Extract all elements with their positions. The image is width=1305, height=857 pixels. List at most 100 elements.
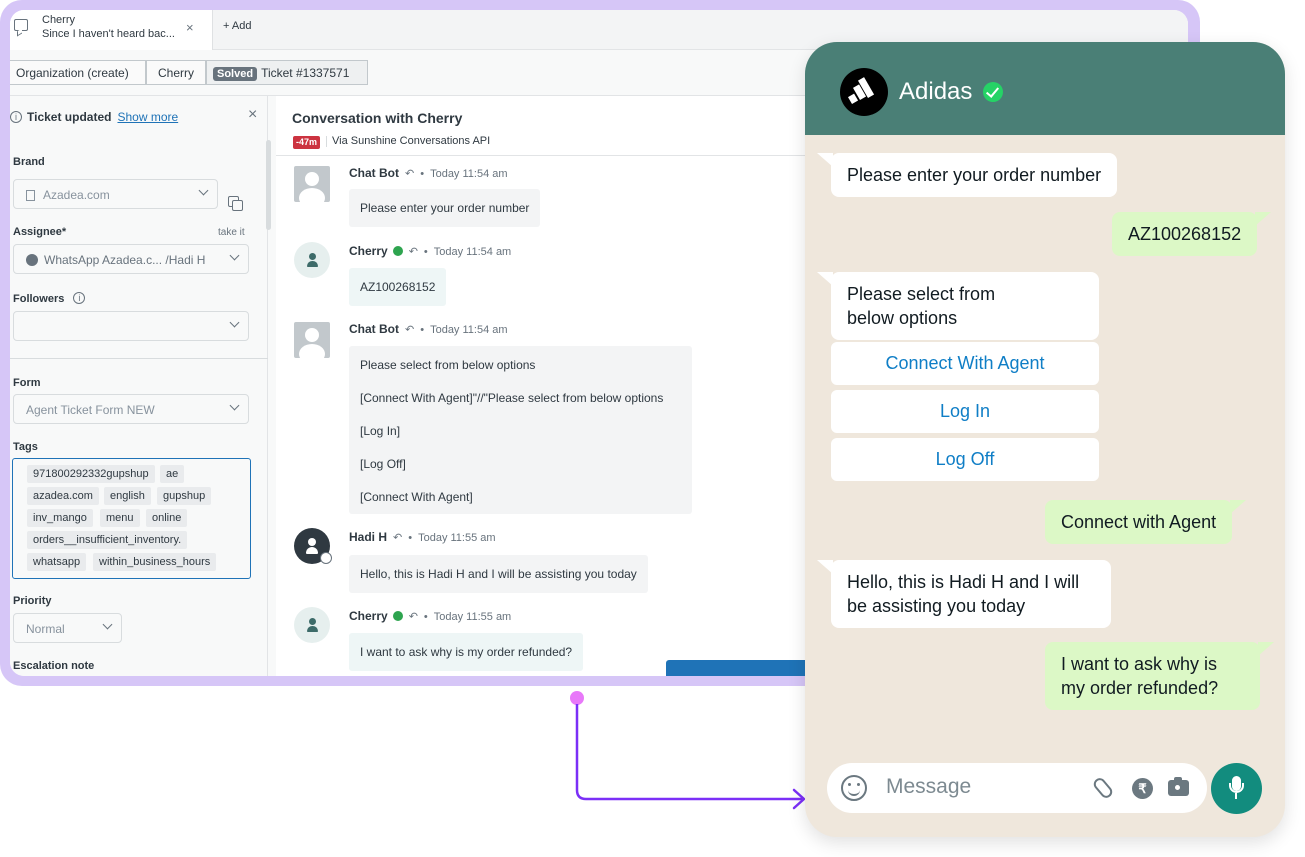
verified-icon <box>983 82 1003 102</box>
message-input[interactable]: Message <box>886 775 971 799</box>
building-icon <box>26 190 35 201</box>
ticket-number: Ticket #1337571 <box>261 66 350 80</box>
message-bubble: I want to ask why is my order refunded? <box>349 633 584 671</box>
show-more-link[interactable]: Show more <box>117 110 178 124</box>
reply-icon[interactable]: ↶ <box>405 324 414 336</box>
avatar <box>294 242 330 278</box>
copy-icon[interactable] <box>228 196 243 211</box>
assignee-label: Assignee* <box>13 226 67 238</box>
ticket-properties-panel: i Ticket updated Show more × Brand Azadea.… <box>10 96 271 676</box>
assignee-select[interactable]: WhatsApp Azadea.c... /Hadi H <box>13 244 249 274</box>
attach-icon[interactable] <box>1091 775 1115 801</box>
reply-icon[interactable]: ↶ <box>405 168 414 180</box>
assignee-avatar <box>26 254 38 266</box>
reply-icon[interactable]: ↶ <box>409 611 418 623</box>
camera-icon[interactable] <box>1168 777 1189 796</box>
incoming-message: Please select from below options <box>817 272 1099 340</box>
message-text: Please select from below options <box>360 358 536 372</box>
tag[interactable]: whatsapp <box>27 553 87 571</box>
form-select[interactable]: Agent Ticket Form NEW <box>13 394 249 424</box>
sender-name: Cherry ↶ • Today 11:54 am <box>349 244 511 258</box>
breadcrumb-requester[interactable]: Cherry <box>146 60 206 85</box>
message-text: AZ100268152 <box>1128 224 1242 244</box>
add-tab-button[interactable]: + Add <box>223 20 251 32</box>
tag[interactable]: within_business_hours <box>93 553 217 571</box>
message-text: I want to ask why is my order refunded? <box>360 645 573 659</box>
close-notice-icon[interactable]: × <box>248 106 257 124</box>
scrollbar[interactable] <box>266 140 271 230</box>
tab-preview: Since I haven't heard bac... <box>42 28 175 40</box>
assignee-value: WhatsApp Azadea.c... /Hadi H <box>44 253 206 267</box>
sender-name: Chat Bot ↶ • Today 11:54 am <box>349 322 508 336</box>
message-text: my order refunded? <box>1061 678 1219 698</box>
message-text: [Connect With Agent] <box>360 490 473 504</box>
separator: • <box>420 168 425 180</box>
incoming-message: Please enter your order number <box>816 153 1118 197</box>
take-it-link[interactable]: take it <box>218 227 245 238</box>
escalation-note-label: Escalation note <box>13 660 95 672</box>
avatar <box>294 607 330 643</box>
message-text: below options <box>847 308 958 328</box>
contact-name: Adidas <box>899 78 973 105</box>
timestamp: Today 11:54 am <box>430 324 508 336</box>
chevron-down-icon <box>229 317 240 328</box>
sync-arrow <box>570 691 806 810</box>
reply-icon[interactable]: ↶ <box>393 532 402 544</box>
chevron-down-icon <box>229 250 240 261</box>
arrow-line <box>575 704 802 801</box>
separator: • <box>423 246 428 258</box>
reply-icon[interactable]: ↶ <box>409 246 418 258</box>
separator: • <box>408 532 413 544</box>
tag[interactable]: ae <box>160 465 185 483</box>
followers-select[interactable] <box>13 311 249 341</box>
ticket-tab[interactable]: Cherry Since I haven't heard bac... × <box>10 10 213 50</box>
outgoing-message: AZ100268152 <box>1112 212 1272 256</box>
breadcrumb-organization[interactable]: Organization (create) <box>10 60 146 85</box>
message-text: [Connect With Agent]"//"Please select fr… <box>360 391 664 405</box>
message-bubble: AZ100268152 <box>349 268 447 306</box>
breadcrumb-ticket[interactable]: Solved Ticket #1337571 <box>206 60 368 85</box>
channel-label: Via Sunshine Conversations API <box>325 135 491 147</box>
tags-input[interactable]: 971800292332gupshup ae azadea.com englis… <box>12 458 251 579</box>
close-tab-icon[interactable]: × <box>186 20 194 35</box>
message-text: be assisting you today <box>847 596 1026 616</box>
tag[interactable]: orders__insufficient_inventory. <box>27 531 188 549</box>
followers-label: Followers i <box>13 292 90 305</box>
tag[interactable]: menu <box>100 509 140 527</box>
brand-select[interactable]: Azadea.com <box>13 179 218 209</box>
emoji-icon[interactable] <box>841 775 867 801</box>
brand-value: Azadea.com <box>43 188 110 202</box>
tag[interactable]: gupshup <box>157 487 212 505</box>
message-bubble: Hello, this is Hadi H and I will be assi… <box>349 555 648 593</box>
timestamp: Today 11:54 am <box>430 168 508 180</box>
priority-select[interactable]: Normal <box>13 613 122 643</box>
chat-header: Adidas <box>805 42 1285 135</box>
message-bubble: Please select from below options [Connec… <box>349 346 692 514</box>
message-input-bar[interactable]: Message ₹ <box>827 763 1207 813</box>
message-text: Hello, this is Hadi H and I will <box>847 572 1080 592</box>
adidas-logo-icon <box>840 68 888 116</box>
message-text: Hello, this is Hadi H and I will be assi… <box>360 567 637 581</box>
priority-label: Priority <box>13 595 52 607</box>
tag[interactable]: azadea.com <box>27 487 99 505</box>
quick-reply-connect-agent[interactable]: Connect With Agent <box>831 342 1099 385</box>
quick-reply-log-in[interactable]: Log In <box>831 390 1099 433</box>
tag[interactable]: english <box>104 487 151 505</box>
tag[interactable]: 971800292332gupshup <box>27 465 155 483</box>
message-text: Connect with Agent <box>1061 512 1217 532</box>
message-text: Please enter your order number <box>847 165 1102 185</box>
brand-label: Brand <box>13 156 45 168</box>
mic-icon <box>1235 793 1237 799</box>
arrow-start-dot <box>570 691 584 705</box>
message-text: I want to ask why is <box>1061 654 1218 674</box>
rupee-icon[interactable]: ₹ <box>1132 778 1153 799</box>
submit-button[interactable] <box>666 660 826 676</box>
form-value: Agent Ticket Form NEW <box>26 403 155 417</box>
status-badge: Solved <box>213 67 258 81</box>
tag[interactable]: inv_mango <box>27 509 93 527</box>
quick-reply-log-off[interactable]: Log Off <box>831 438 1099 481</box>
tag[interactable]: online <box>146 509 188 527</box>
separator: • <box>420 324 425 336</box>
mic-button[interactable] <box>1211 763 1262 814</box>
followers-label-text: Followers <box>13 293 65 305</box>
